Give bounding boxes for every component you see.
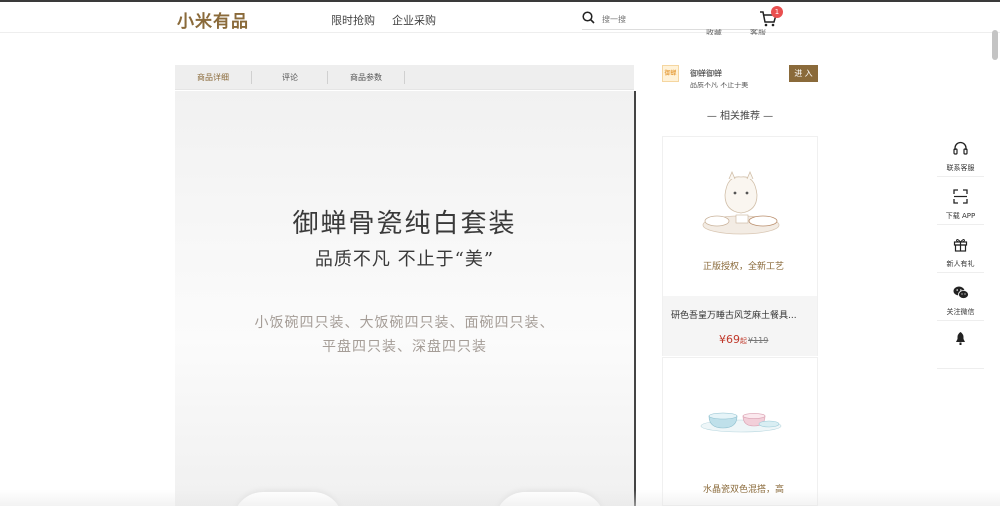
search-input[interactable] [602, 12, 742, 27]
brand-card: 御蝉 御蝉御蝉 品质不凡 不止于美 进 入 [659, 63, 819, 91]
hero-contents-line1: 小饭碗四只装、大饭碗四只装、面碗四只装、 [254, 315, 555, 331]
recommend-info: 研色吾皇万睡古风芝麻土餐具... ¥69起 ¥119 [663, 296, 817, 356]
price-suffix: 起 [740, 337, 747, 345]
plate-image [233, 492, 343, 506]
sidebar-new-user-gift[interactable]: 新人有礼 [937, 225, 984, 273]
brand-slogan: 品质不凡 不止于美 [690, 82, 749, 89]
recommend-price: ¥69起 [719, 333, 747, 346]
search-icon[interactable] [582, 11, 595, 24]
recommend-tagline: 水晶瓷双色混搭，高 [703, 485, 785, 495]
hero-subtitle: 品质不凡 不止于“美” [314, 249, 495, 270]
favorites-link[interactable]: 收藏 [706, 29, 722, 35]
product-detail: 商品详细 评论 商品参数 御蝉骨瓷纯白套装 品质不凡 不止于“美” 小饭碗四只装… [175, 65, 636, 506]
sidebar-back-to-top[interactable] [937, 321, 984, 369]
sidebar-contact-service[interactable]: 联系客服 [937, 129, 984, 177]
cart-count-badge: 1 [771, 6, 783, 18]
site-logo[interactable]: 小米有品 [177, 7, 249, 32]
hero-banner: 御蝉骨瓷纯白套装 品质不凡 不止于“美” 小饭碗四只装、大饭碗四只装、面碗四只装… [175, 91, 634, 506]
site-header: 小米有品 限时抢购 企业采购 1 收藏 客服 [0, 2, 1000, 35]
price-value: ¥69 [719, 333, 740, 346]
sidebar-label: 关注微信 [946, 308, 975, 316]
sidebar-label: 新人有礼 [946, 260, 975, 268]
tab-product-detail[interactable]: 商品详细 [197, 72, 229, 83]
recommend-tagline: 正版授权，全新工艺 [703, 262, 785, 272]
floating-sidebar: 联系客服 下载 APP 新人有礼 关注微信 [937, 129, 984, 369]
bell-icon [956, 332, 965, 345]
sidebar-follow-wechat[interactable]: 关注微信 [937, 273, 984, 321]
gift-icon [953, 239, 968, 252]
hero-right-border [634, 91, 636, 506]
headset-icon [953, 141, 968, 155]
recommend-card[interactable]: 水晶瓷双色混搭，高 [662, 357, 818, 506]
brand-logo[interactable]: 御蝉 [662, 65, 679, 82]
tab-reviews[interactable]: 评论 [282, 72, 298, 83]
search-box [582, 10, 754, 30]
recommend-card[interactable]: 正版授权，全新工艺 研色吾皇万睡古风芝麻土餐具... ¥69起 ¥119 [662, 136, 818, 356]
tab-divider [251, 71, 252, 84]
sidebar-label: 联系客服 [946, 164, 975, 172]
tableware-set-image [702, 170, 780, 235]
scan-icon [953, 189, 968, 204]
wechat-icon [953, 286, 969, 299]
service-link[interactable]: 客服 [750, 29, 766, 35]
page-scrollbar[interactable] [992, 30, 998, 60]
recommend-product-name[interactable]: 研色吾皇万睡古风芝麻土餐具... [671, 308, 811, 321]
bowl-set-image [700, 412, 782, 433]
tab-specs[interactable]: 商品参数 [350, 72, 382, 83]
detail-tabs: 商品详细 评论 商品参数 [175, 65, 634, 90]
tab-divider [327, 71, 328, 84]
nav-enterprise[interactable]: 企业采购 [392, 12, 436, 28]
recommend-old-price: ¥119 [748, 336, 769, 345]
nav-flash-sale[interactable]: 限时抢购 [331, 12, 375, 28]
plate-image [495, 492, 605, 506]
sidebar-download-app[interactable]: 下载 APP [937, 177, 984, 225]
hero-title: 御蝉骨瓷纯白套装 [292, 209, 517, 239]
enter-store-button[interactable]: 进 入 [789, 65, 818, 82]
recommend-heading: — 相关推荐 — [706, 111, 774, 122]
tab-divider [404, 71, 405, 84]
sidebar-label: 下载 APP [945, 212, 976, 220]
hero-contents-line2: 平盘四只装、深盘四只装 [322, 339, 487, 355]
brand-name[interactable]: 御蝉御蝉 [690, 68, 722, 79]
